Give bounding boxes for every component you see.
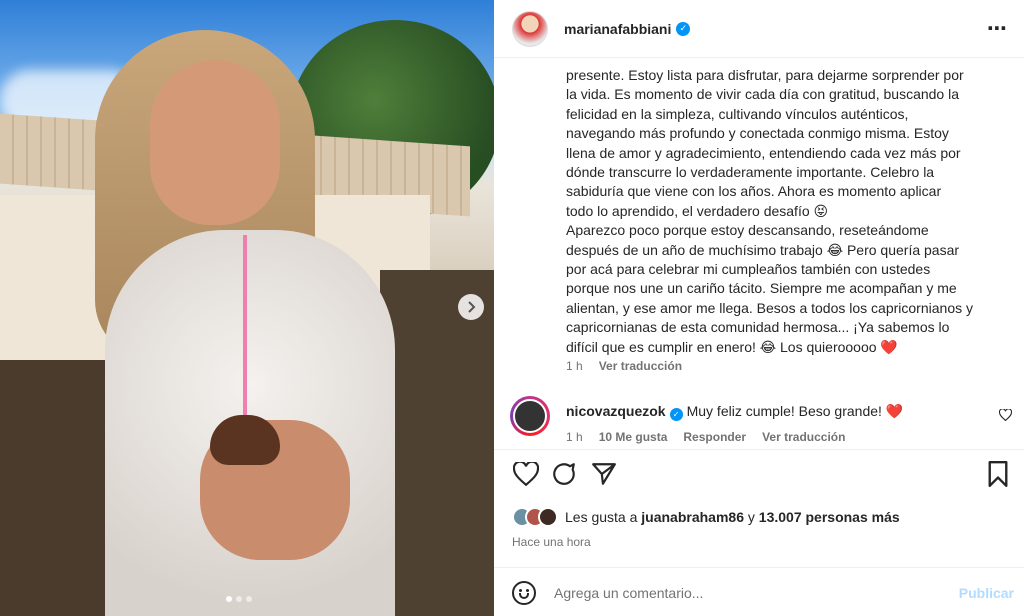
like-icon[interactable]	[512, 460, 540, 488]
photo-face	[150, 60, 280, 225]
save-bookmark-icon[interactable]	[984, 460, 1012, 488]
verified-badge-icon: ✓	[669, 408, 683, 421]
caption-text: presente. Estoy lista para disfrutar, pa…	[566, 67, 973, 355]
comment-input[interactable]	[554, 585, 934, 601]
comment-body: Muy feliz cumple! Beso grande!	[686, 403, 882, 419]
comment-time: 1 h	[566, 430, 583, 444]
liker-username[interactable]: juanabraham86	[641, 509, 744, 525]
likes-count[interactable]: 13.007 personas más	[759, 509, 900, 525]
photo-cupcake	[210, 415, 280, 465]
verified-badge-icon: ✓	[676, 21, 691, 36]
chevron-right-icon	[468, 301, 476, 313]
comment-translate-link[interactable]: Ver traducción	[762, 430, 845, 444]
comment-reply-button[interactable]: Responder	[683, 430, 746, 444]
post-sidebar: marianafabbiani ✓ ⋯ presente. Estoy list…	[494, 0, 1024, 616]
liker-avatar	[538, 507, 558, 527]
comment-heart-emoji: ❤️	[885, 403, 904, 419]
photo-bench-left	[0, 360, 120, 616]
comment-like-icon[interactable]	[998, 408, 1013, 424]
carousel-next-button[interactable]	[458, 294, 484, 320]
caption-time: 1 h	[566, 359, 583, 373]
post-caption: presente. Estoy lista para disfrutar, pa…	[566, 66, 996, 357]
caption-translate-link[interactable]: Ver traducción	[599, 359, 682, 373]
share-icon[interactable]	[590, 460, 618, 488]
commenter-avatar[interactable]	[510, 396, 550, 436]
comment-meta: 1 h 10 Me gusta Responder Ver traducción	[566, 430, 845, 444]
carousel-dot	[246, 596, 252, 602]
divider	[494, 567, 1024, 568]
post-timestamp[interactable]: Hace una hora	[512, 535, 591, 549]
carousel-dots	[226, 596, 252, 602]
likes-text: Les gusta a juanabraham86 y 13.007 perso…	[565, 509, 900, 525]
comment-icon[interactable]	[550, 460, 578, 488]
author-username[interactable]: marianafabbiani	[564, 21, 671, 37]
photo-straw	[243, 235, 247, 425]
emoji-icon[interactable]	[512, 581, 536, 605]
divider	[494, 449, 1024, 450]
author-avatar[interactable]	[512, 10, 548, 47]
post-actions	[512, 460, 1014, 490]
photo-bench-right	[380, 270, 494, 616]
more-options-icon[interactable]: ⋯	[987, 16, 1008, 41]
carousel-dot	[236, 596, 242, 602]
comment-likes[interactable]: 10 Me gusta	[599, 430, 668, 444]
likes-row: Les gusta a juanabraham86 y 13.007 perso…	[512, 507, 900, 527]
post-photo	[0, 0, 494, 616]
comment-box: Publicar	[512, 578, 1014, 608]
post-header: marianafabbiani ✓ ⋯	[494, 0, 1024, 58]
comment-text: nicovazquezok ✓ Muy feliz cumple! Beso gra…	[566, 403, 903, 421]
caption-meta: 1 h Ver traducción	[566, 359, 682, 373]
carousel-dot	[226, 596, 232, 602]
publish-button[interactable]: Publicar	[959, 585, 1014, 601]
commenter-username[interactable]: nicovazquezok	[566, 403, 666, 419]
